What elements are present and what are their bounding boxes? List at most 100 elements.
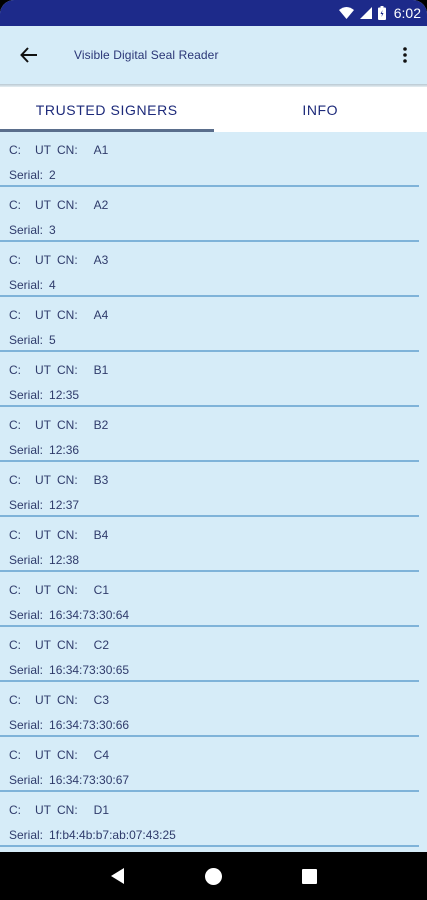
cn-label: CN:	[57, 803, 78, 817]
nav-recents-button[interactable]	[289, 856, 329, 896]
cn-value: A3	[93, 253, 109, 267]
c-value: UT	[35, 253, 51, 267]
c-label: C:	[9, 638, 21, 652]
tab-trusted-signers[interactable]: TRUSTED SIGNERS	[0, 87, 214, 132]
scroll-strip	[419, 132, 427, 852]
subject-line: C: UT CN: C2	[9, 638, 109, 652]
status-time: 6:02	[393, 5, 421, 21]
cn-label: CN:	[57, 748, 78, 762]
subject-line: C: UT CN: A3	[9, 253, 108, 267]
cn-label: CN:	[57, 638, 78, 652]
cn-value: B4	[93, 528, 109, 542]
status-bar: 6:02	[0, 0, 427, 26]
list-item[interactable]: C: UT CN: C4 Serial: 16:34:73:30:67	[0, 737, 419, 792]
list-item[interactable]: C: UT CN: D1 Serial: 1f:b4:4b:b7:ab:07:43:25	[0, 792, 419, 847]
nav-recents-icon	[301, 868, 317, 884]
cn-label: CN:	[57, 253, 78, 267]
c-value: UT	[35, 363, 51, 377]
list-item[interactable]: C: UT CN: B1 Serial: 12:35	[0, 352, 419, 407]
list-item[interactable]: C: UT CN: A2 Serial: 3	[0, 187, 419, 242]
subject-line: C: UT CN: D1	[9, 803, 109, 817]
cn-value: D1	[93, 803, 110, 817]
serial-label: Serial:	[9, 553, 44, 567]
c-label: C:	[9, 198, 21, 212]
c-label: C:	[9, 528, 21, 542]
c-value: UT	[35, 143, 51, 157]
cn-value: B2	[93, 418, 109, 432]
c-label: C:	[9, 418, 21, 432]
c-value: UT	[35, 473, 51, 487]
serial-line: Serial: 3	[9, 223, 56, 237]
list-item[interactable]: C: UT CN: C1 Serial: 16:34:73:30:64	[0, 572, 419, 627]
serial-line: Serial: 12:36	[9, 443, 79, 457]
wifi-icon	[338, 7, 354, 19]
cn-label: CN:	[57, 473, 78, 487]
c-value: UT	[35, 583, 51, 597]
subject-line: C: UT CN: B1	[9, 363, 108, 377]
c-label: C:	[9, 143, 21, 157]
cn-label: CN:	[57, 693, 78, 707]
c-label: C:	[9, 253, 21, 267]
serial-value: 16:34:73:30:66	[49, 718, 130, 732]
list-item[interactable]: C: UT CN: A4 Serial: 5	[0, 297, 419, 352]
battery-icon	[377, 6, 386, 20]
serial-label: Serial:	[9, 498, 44, 512]
signal-icon	[359, 7, 372, 19]
serial-value: 5	[49, 333, 56, 347]
serial-label: Serial:	[9, 278, 44, 292]
overflow-menu-button[interactable]	[383, 26, 427, 84]
c-value: UT	[35, 308, 51, 322]
nav-back-icon	[110, 868, 124, 884]
back-button[interactable]	[0, 26, 58, 84]
cn-label: CN:	[57, 363, 78, 377]
c-value: UT	[35, 693, 51, 707]
cn-value: C1	[93, 583, 110, 597]
list-item[interactable]: C: UT CN: A3 Serial: 4	[0, 242, 419, 297]
subject-line: C: UT CN: A4	[9, 308, 108, 322]
list-item[interactable]: C: UT CN: C3 Serial: 16:34:73:30:66	[0, 682, 419, 737]
serial-value: 16:34:73:30:67	[49, 773, 130, 787]
c-label: C:	[9, 583, 21, 597]
c-label: C:	[9, 748, 21, 762]
nav-home-icon	[204, 867, 222, 885]
list-item[interactable]: C: UT CN: C2 Serial: 16:34:73:30:65	[0, 627, 419, 682]
serial-label: Serial:	[9, 223, 44, 237]
list-item[interactable]: C: UT CN: B2 Serial: 12:36	[0, 407, 419, 462]
tab-info[interactable]: INFO	[214, 87, 427, 132]
c-label: C:	[9, 803, 21, 817]
serial-label: Serial:	[9, 718, 44, 732]
list-item[interactable]: C: UT CN: B4 Serial: 12:38	[0, 517, 419, 572]
serial-label: Serial:	[9, 773, 44, 787]
navigation-bar	[0, 852, 427, 900]
cn-label: CN:	[57, 528, 78, 542]
list-item[interactable]: C: UT CN: A1 Serial: 2	[0, 132, 419, 187]
subject-line: C: UT CN: B3	[9, 473, 108, 487]
c-label: C:	[9, 308, 21, 322]
device-screen: 6:02 Visible Digital Seal Reader TRUSTED…	[0, 0, 427, 900]
serial-label: Serial:	[9, 443, 44, 457]
tab-bar: TRUSTED SIGNERS INFO	[0, 87, 427, 132]
list-item[interactable]: C: UT CN: B3 Serial: 12:37	[0, 462, 419, 517]
serial-label: Serial:	[9, 168, 44, 182]
c-value: UT	[35, 418, 51, 432]
app-bar: Visible Digital Seal Reader	[0, 26, 427, 84]
c-label: C:	[9, 693, 21, 707]
nav-back-button[interactable]	[98, 856, 138, 896]
serial-line: Serial: 16:34:73:30:67	[9, 773, 129, 787]
cn-value: A2	[93, 198, 109, 212]
serial-line: Serial: 2	[9, 168, 56, 182]
c-value: UT	[35, 528, 51, 542]
cn-label: CN:	[57, 583, 78, 597]
subject-line: C: UT CN: C1	[9, 583, 109, 597]
serial-line: Serial: 12:35	[9, 388, 79, 402]
serial-label: Serial:	[9, 333, 44, 347]
serial-value: 2	[49, 168, 56, 182]
serial-line: Serial: 5	[9, 333, 56, 347]
cn-label: CN:	[57, 198, 78, 212]
serial-line: Serial: 16:34:73:30:66	[9, 718, 129, 732]
serial-line: Serial: 1f:b4:4b:b7:ab:07:43:25	[9, 828, 176, 842]
nav-home-button[interactable]	[193, 856, 233, 896]
cn-value: C3	[93, 693, 110, 707]
c-value: UT	[35, 198, 51, 212]
app-title: Visible Digital Seal Reader	[74, 48, 219, 62]
